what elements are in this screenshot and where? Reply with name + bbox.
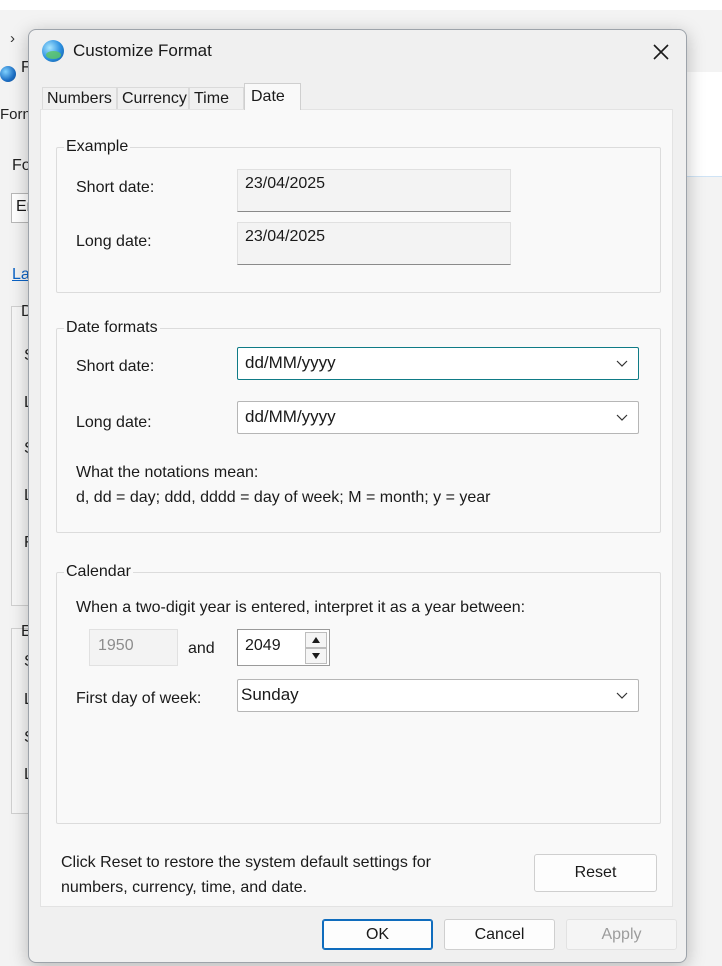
background-right-panel bbox=[686, 72, 722, 177]
long-date-label: Long date: bbox=[76, 414, 152, 431]
chevron-down-icon bbox=[616, 360, 628, 367]
date-tab-panel: Example Short date: 23/04/2025 Long date… bbox=[40, 109, 673, 907]
example-short-date-label: Short date: bbox=[76, 179, 155, 196]
tab-currency[interactable]: Currency bbox=[117, 87, 189, 109]
year-down-button[interactable] bbox=[305, 648, 327, 664]
short-date-format-value: dd/MM/yyyy bbox=[245, 353, 336, 372]
background-globe-icon bbox=[0, 66, 16, 82]
calendar-legend: Calendar bbox=[64, 562, 133, 582]
notation-text: d, dd = day; ddd, dddd = day of week; M … bbox=[76, 489, 491, 506]
first-day-of-week-dropdown[interactable]: Sunday bbox=[237, 679, 639, 712]
arrow-down-icon bbox=[312, 653, 320, 659]
back-nav-icon[interactable]: › bbox=[10, 30, 15, 47]
reset-description-line1: Click Reset to restore the system defaul… bbox=[61, 854, 431, 871]
background-top-strip bbox=[0, 0, 722, 10]
globe-icon bbox=[42, 40, 64, 62]
tab-numbers[interactable]: Numbers bbox=[42, 87, 117, 109]
notation-title: What the notations mean: bbox=[76, 464, 259, 481]
long-date-format-value: dd/MM/yyyy bbox=[245, 407, 336, 426]
chevron-down-icon bbox=[616, 414, 628, 421]
cancel-button[interactable]: Cancel bbox=[444, 919, 555, 950]
reset-button[interactable]: Reset bbox=[534, 854, 657, 892]
ok-button[interactable]: OK bbox=[322, 919, 433, 950]
title-bar[interactable]: Customize Format bbox=[29, 30, 686, 74]
example-legend: Example bbox=[64, 137, 131, 157]
tab-time[interactable]: Time bbox=[189, 87, 244, 109]
background-label-fragment: Forn bbox=[0, 106, 31, 123]
and-label: and bbox=[188, 640, 215, 657]
year-up-button[interactable] bbox=[305, 632, 327, 648]
calendar-group: Calendar When a two-digit year is entere… bbox=[56, 562, 661, 824]
example-long-date-value: 23/04/2025 bbox=[237, 222, 511, 265]
dialog-title: Customize Format bbox=[73, 41, 212, 60]
first-day-of-week-value: Sunday bbox=[241, 685, 299, 704]
apply-button[interactable]: Apply bbox=[566, 919, 677, 950]
close-icon bbox=[653, 44, 669, 60]
reset-description-line2: numbers, currency, time, and date. bbox=[61, 879, 308, 896]
example-long-date-label: Long date: bbox=[76, 233, 152, 250]
long-date-format-dropdown[interactable]: dd/MM/yyyy bbox=[237, 401, 639, 434]
first-day-of-week-label: First day of week: bbox=[76, 690, 202, 707]
two-digit-year-text: When a two-digit year is entered, interp… bbox=[76, 599, 526, 616]
customize-format-dialog: Customize Format Numbers Currency Time D… bbox=[28, 29, 687, 963]
date-formats-legend: Date formats bbox=[64, 318, 160, 338]
short-date-format-dropdown[interactable]: dd/MM/yyyy bbox=[237, 347, 639, 380]
year-to-value: 2049 bbox=[245, 637, 281, 654]
example-short-date-value: 23/04/2025 bbox=[237, 169, 511, 212]
year-from-field: 1950 bbox=[89, 629, 178, 666]
year-to-spinner[interactable]: 2049 bbox=[237, 629, 330, 666]
close-button[interactable] bbox=[643, 38, 679, 66]
short-date-label: Short date: bbox=[76, 358, 155, 375]
date-formats-group: Date formats Short date: dd/MM/yyyy Long… bbox=[56, 318, 661, 533]
tab-date[interactable]: Date bbox=[244, 83, 301, 110]
example-group: Example Short date: 23/04/2025 Long date… bbox=[56, 137, 661, 293]
chevron-down-icon bbox=[616, 692, 628, 699]
arrow-up-icon bbox=[312, 637, 320, 643]
